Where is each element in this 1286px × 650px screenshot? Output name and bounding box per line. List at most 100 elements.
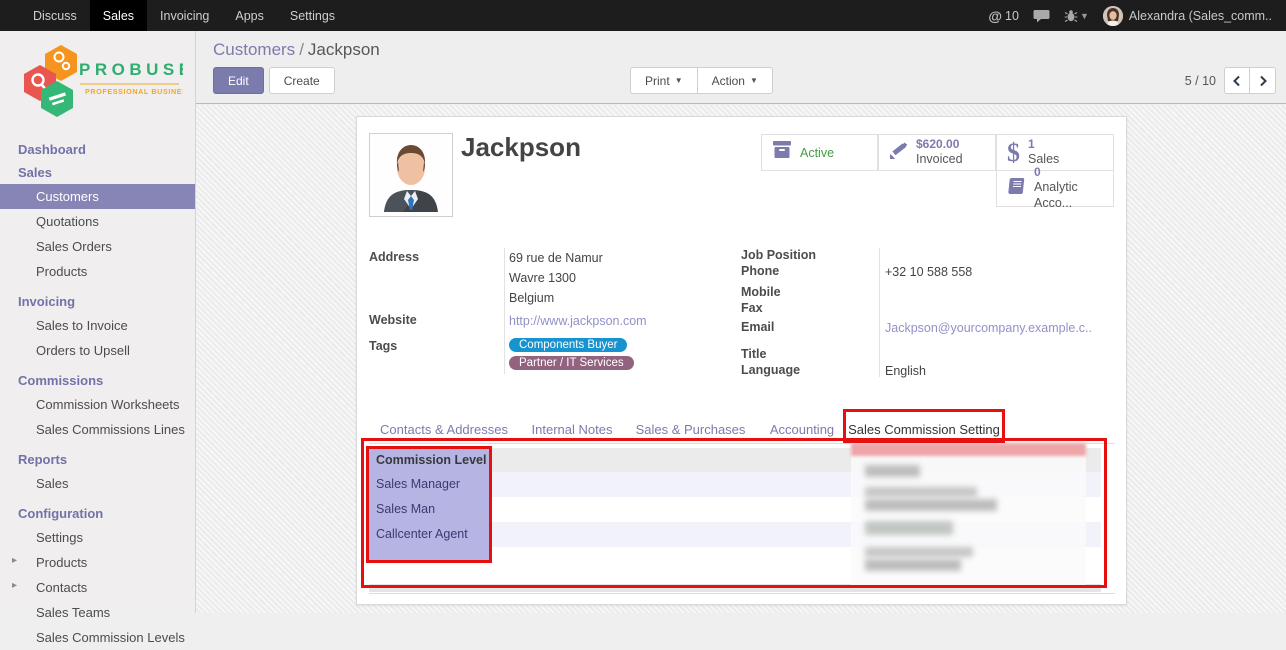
mentions-counter[interactable]: @ 10 [988,8,1019,24]
sales-count: 1 [1028,137,1059,152]
email-field-label: Email [741,320,774,334]
sidebar-heading-configuration[interactable]: Configuration [0,502,195,525]
invoiced-amount: $620.00 [916,137,963,152]
customer-form-sheet: Jackpson Active $620.00 Invoiced $ [356,116,1127,605]
sidebar-heading-sales[interactable]: Sales [0,161,195,184]
print-label: Print [645,74,670,88]
sidebar-heading-invoicing[interactable]: Invoicing [0,290,195,313]
sidebar-heading-commissions[interactable]: Commissions [0,369,195,392]
phone-field-label: Phone [741,264,779,278]
menu-apps[interactable]: Apps [222,0,277,31]
field-group-divider [504,248,505,374]
sidebar-item-sales-to-invoice[interactable]: Sales to Invoice [0,313,195,338]
job-position-field-label: Job Position [741,248,816,262]
sidebar-nav: Dashboard Sales Customers Quotations Sal… [0,138,195,650]
phone-value[interactable]: +32 10 588 558 [885,265,972,279]
commission-level-cell[interactable]: Callcenter Agent [369,522,492,547]
menu-settings[interactable]: Settings [277,0,348,31]
sidebar-item-dashboard[interactable]: Dashboard [0,138,195,161]
address-line-country[interactable]: Belgium [509,291,554,305]
user-menu[interactable]: Alexandra (Sales_comm.. [1103,6,1272,26]
notebook-tabs: Contacts & Addresses Internal Notes Sale… [369,414,1115,444]
pager-previous-button[interactable] [1224,67,1250,94]
mention-count: 10 [1005,9,1019,23]
field-group-divider [879,248,880,377]
invoiced-stat-button[interactable]: $620.00 Invoiced [878,134,996,171]
tab-internal-notes[interactable]: Internal Notes [519,414,625,444]
sidebar-heading-reports[interactable]: Reports [0,448,195,471]
form-view-background: Jackpson Active $620.00 Invoiced $ [196,105,1286,613]
language-value[interactable]: English [885,364,926,378]
sidebar-item-products[interactable]: Products [0,259,195,284]
tab-sales-commission-setting[interactable]: Sales Commission Setting [848,414,1000,444]
breadcrumb-customers-link[interactable]: Customers [213,40,295,59]
sidebar-item-customers[interactable]: Customers [0,184,195,209]
menu-discuss[interactable]: Discuss [20,0,90,31]
sidebar-item-orders-to-upsell[interactable]: Orders to Upsell [0,338,195,363]
chat-bubble-icon[interactable] [1033,9,1050,23]
print-dropdown-button[interactable]: Print ▼ [630,67,698,94]
invoiced-label: Invoiced [916,152,963,168]
app-menu: Discuss Sales Invoicing Apps Settings [20,0,348,31]
main-area: Customers/Jackpson Edit Create Print▼ Ac… [196,31,1286,613]
blurred-red-annotation [851,443,1086,456]
caret-right-icon: ▸ [12,580,17,591]
tag-components-buyer[interactable]: Components Buyer [509,338,627,352]
book-icon [1007,177,1026,200]
at-icon: @ [988,8,1002,24]
probuse-logo[interactable]: PROBUSE PROFESSIONAL BUSINESS [13,43,183,124]
archive-box-icon [772,141,792,164]
bug-icon [1064,9,1078,23]
analytic-accounts-stat-button[interactable]: 0 Analytic Acco... [996,170,1114,207]
active-status-label: Active [800,146,834,160]
page-title: Jackpson [461,132,581,163]
breadcrumb-separator: / [299,40,304,59]
sidebar-item-commission-worksheets[interactable]: Commission Worksheets [0,392,195,417]
website-link[interactable]: http://www.jackpson.com [509,314,647,328]
create-button[interactable]: Create [269,67,335,94]
sidebar-item-settings[interactable]: Settings [0,525,195,550]
commission-level-column-header[interactable]: Commission Level [369,448,492,472]
debug-menu[interactable]: ▼ [1064,9,1089,23]
commission-level-cell[interactable]: Sales Manager [369,472,492,497]
analytic-label: Analytic Acco... [1034,180,1113,211]
pencil-edit-icon [889,141,908,165]
pager-next-button[interactable] [1250,67,1276,94]
svg-text:PROFESSIONAL BUSINESS: PROFESSIONAL BUSINESS [85,87,183,96]
sidebar-item-sales-orders[interactable]: Sales Orders [0,234,195,259]
sidebar-item-config-contacts[interactable]: ▸Contacts [0,575,195,600]
sidebar-item-sales-commission-levels[interactable]: Sales Commission Levels [0,625,195,650]
chevron-down-icon: ▼ [675,76,683,85]
chevron-down-icon: ▼ [750,76,758,85]
sidebar-item-reports-sales[interactable]: Sales [0,471,195,496]
analytic-count: 0 [1034,165,1113,180]
pager-counter: 5 / 10 [1185,74,1216,88]
edit-button[interactable]: Edit [213,67,264,94]
commission-level-cell[interactable]: Sales Man [369,497,492,522]
address-line-street[interactable]: 69 rue de Namur [509,251,603,265]
tab-contacts-addresses[interactable]: Contacts & Addresses [369,414,519,444]
breadcrumb-current: Jackpson [308,40,380,59]
tags-field-label: Tags [369,339,397,353]
customer-photo[interactable] [369,133,453,217]
breadcrumb: Customers/Jackpson [213,40,380,60]
caret-right-icon: ▸ [12,555,17,566]
email-link[interactable]: Jackpson@yourcompany.example.c.. [885,321,1092,335]
action-label: Action [712,74,745,88]
sidebar-item-quotations[interactable]: Quotations [0,209,195,234]
language-field-label: Language [741,363,800,377]
menu-invoicing[interactable]: Invoicing [147,0,222,31]
tab-accounting[interactable]: Accounting [756,414,848,444]
active-stat-button[interactable]: Active [761,134,878,171]
mobile-field-label: Mobile [741,285,781,299]
tab-sales-purchases[interactable]: Sales & Purchases [625,414,756,444]
address-line-city[interactable]: Wavre 1300 [509,271,576,285]
user-avatar [1103,6,1123,26]
sheet-divider [369,593,1115,594]
tag-partner-it-services[interactable]: Partner / IT Services [509,356,634,370]
menu-sales[interactable]: Sales [90,0,147,31]
sidebar-item-sales-commissions-lines[interactable]: Sales Commissions Lines [0,417,195,442]
sidebar-item-config-products[interactable]: ▸Products [0,550,195,575]
chevron-left-icon [1231,75,1243,87]
action-dropdown-button[interactable]: Action ▼ [698,67,773,94]
